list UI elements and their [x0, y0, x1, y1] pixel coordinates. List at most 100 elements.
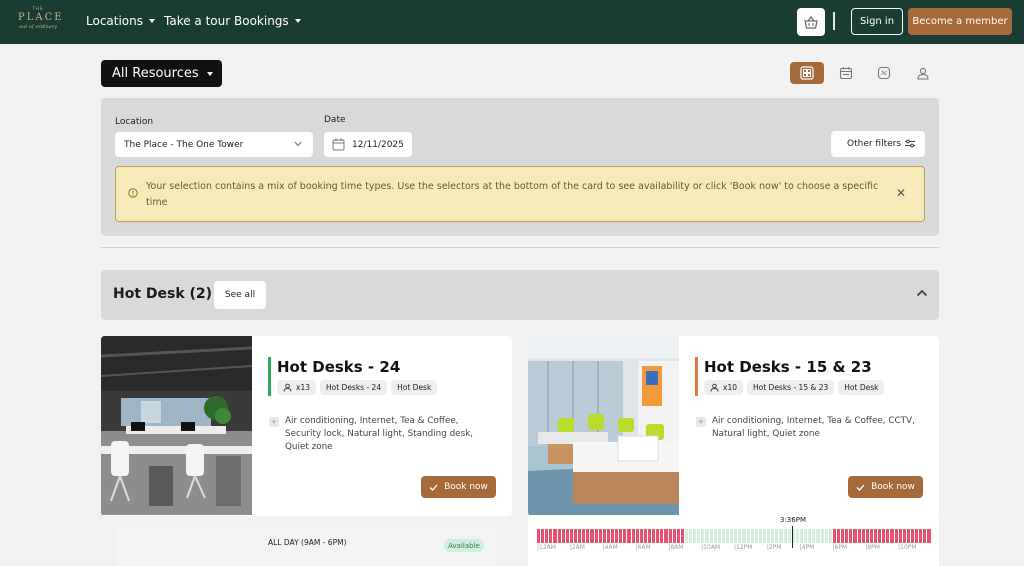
timeline-slot-booked[interactable] [610, 529, 615, 543]
become-member-button[interactable]: Become a member [908, 8, 1012, 35]
timeline-slot-booked[interactable] [635, 529, 639, 543]
timeline-slot-booked[interactable] [902, 529, 906, 543]
timeline-slot-free[interactable] [767, 529, 771, 543]
person-view-button[interactable] [906, 62, 940, 84]
timeline-slots[interactable] [537, 529, 931, 543]
timeline-slot-booked[interactable] [894, 529, 898, 543]
timeline-slot-booked[interactable] [886, 529, 890, 543]
timeline-slot-booked[interactable] [623, 529, 627, 543]
timeline-slot-booked[interactable] [553, 529, 557, 543]
timeline-slot-booked[interactable] [615, 529, 619, 543]
timeline-slot-booked[interactable] [647, 529, 652, 543]
timeline-slot-booked[interactable] [664, 529, 668, 543]
timeline-slot-free[interactable] [787, 529, 791, 543]
timeline-slot-free[interactable] [816, 529, 820, 543]
timeline-slot-booked[interactable] [841, 529, 845, 543]
timeline-slot-free[interactable] [828, 529, 832, 543]
timeline-slot-booked[interactable] [643, 529, 647, 543]
date-picker[interactable]: 12/11/2025 [324, 132, 412, 157]
timeline-slot-free[interactable] [738, 529, 742, 543]
timeline-slot-booked[interactable] [541, 529, 545, 543]
nav-bookings[interactable]: Bookings [234, 13, 301, 29]
timeline-slot-booked[interactable] [890, 529, 894, 543]
sign-in-button[interactable]: Sign in [851, 8, 903, 35]
timeline-slot-booked[interactable] [631, 529, 635, 543]
timeline-slot-booked[interactable] [915, 529, 919, 543]
timeline-slot-booked[interactable] [668, 529, 672, 543]
timeline-slot-free[interactable] [713, 529, 717, 543]
timeline-slot-free[interactable] [795, 529, 799, 543]
resource-type-select[interactable]: All Resources [101, 60, 222, 87]
timeline-slot-free[interactable] [763, 529, 767, 543]
floorplan-view-button[interactable] [867, 62, 901, 84]
timeline-slot-free[interactable] [754, 529, 758, 543]
timeline-slot-free[interactable] [800, 529, 804, 543]
timeline-slot-booked[interactable] [660, 529, 664, 543]
availability-panel[interactable]: ALL DAY (9AM - 6PM) Available [117, 525, 497, 566]
timeline-slot-booked[interactable] [586, 529, 590, 543]
timeline-slot-free[interactable] [701, 529, 705, 543]
timeline-slot-booked[interactable] [857, 529, 861, 543]
timeline-slot-booked[interactable] [869, 529, 873, 543]
timeline-slot-free[interactable] [804, 529, 808, 543]
timeline-slot-free[interactable] [779, 529, 783, 543]
resource-card[interactable]: Hot Desks - 15 & 23 x10 Hot Desks - 15 &… [528, 336, 939, 516]
timeline-slot-free[interactable] [824, 529, 828, 543]
location-select[interactable]: The Place - The One Tower [115, 132, 313, 157]
timeline-slot-booked[interactable] [565, 529, 569, 543]
timeline-slot-booked[interactable] [652, 529, 656, 543]
brand-logo[interactable]: THE PLACE out of ordinary [18, 6, 62, 38]
timeline-slot-free[interactable] [750, 529, 754, 543]
timeline-slot-booked[interactable] [672, 529, 676, 543]
timeline-slot-booked[interactable] [680, 529, 684, 543]
basket-button[interactable] [797, 8, 825, 36]
timeline-slot-free[interactable] [697, 529, 701, 543]
book-now-button[interactable]: Book now [848, 476, 923, 498]
timeline-slot-booked[interactable] [590, 529, 594, 543]
timeline-slot-booked[interactable] [594, 529, 598, 543]
timeline-slot-free[interactable] [808, 529, 812, 543]
timeline-slot-booked[interactable] [861, 529, 865, 543]
see-all-button[interactable]: See all [214, 281, 266, 309]
timeline-slot-booked[interactable] [598, 529, 602, 543]
timeline-slot-free[interactable] [812, 529, 816, 543]
timeline-slot-booked[interactable] [853, 529, 857, 543]
timeline-slot-booked[interactable] [549, 529, 553, 543]
timeline-slot-booked[interactable] [898, 529, 902, 543]
calendar-view-button[interactable] [829, 62, 863, 84]
timeline-slot-booked[interactable] [545, 529, 549, 543]
timeline-slot-free[interactable] [726, 529, 730, 543]
nav-locations[interactable]: Locations [86, 13, 156, 29]
availability-timeline[interactable]: 3:36PM |12AM |2AM |4AM |6AM |8AM |10AM |12PM |2… [528, 516, 939, 566]
timeline-slot-booked[interactable] [639, 529, 643, 543]
timeline-slot-booked[interactable] [923, 529, 927, 543]
other-filters-button[interactable]: Other filters [831, 131, 925, 157]
timeline-slot-booked[interactable] [578, 529, 582, 543]
timeline-slot-booked[interactable] [927, 529, 931, 543]
timeline-slot-booked[interactable] [676, 529, 680, 543]
timeline-slot-booked[interactable] [919, 529, 923, 543]
timeline-slot-booked[interactable] [573, 529, 578, 543]
timeline-slot-booked[interactable] [836, 529, 841, 543]
timeline-slot-booked[interactable] [569, 529, 573, 543]
grid-view-button[interactable] [790, 62, 824, 84]
timeline-slot-free[interactable] [684, 529, 689, 543]
timeline-slot-free[interactable] [709, 529, 713, 543]
chevron-up-icon[interactable] [916, 289, 928, 297]
timeline-slot-booked[interactable] [845, 529, 849, 543]
timeline-slot-booked[interactable] [873, 529, 878, 543]
resource-card[interactable]: Hot Desks - 24 x13 Hot Desks - 24 Hot De… [101, 336, 512, 516]
timeline-slot-free[interactable] [734, 529, 738, 543]
timeline-slot-free[interactable] [730, 529, 734, 543]
timeline-slot-free[interactable] [717, 529, 721, 543]
timeline-slot-booked[interactable] [865, 529, 869, 543]
timeline-slot-free[interactable] [758, 529, 763, 543]
close-icon[interactable]: ✕ [896, 186, 906, 200]
timeline-slot-free[interactable] [705, 529, 709, 543]
timeline-slot-free[interactable] [746, 529, 750, 543]
timeline-slot-free[interactable] [721, 529, 726, 543]
timeline-slot-booked[interactable] [878, 529, 882, 543]
timeline-slot-free[interactable] [783, 529, 787, 543]
timeline-slot-booked[interactable] [602, 529, 606, 543]
timeline-slot-free[interactable] [820, 529, 824, 543]
